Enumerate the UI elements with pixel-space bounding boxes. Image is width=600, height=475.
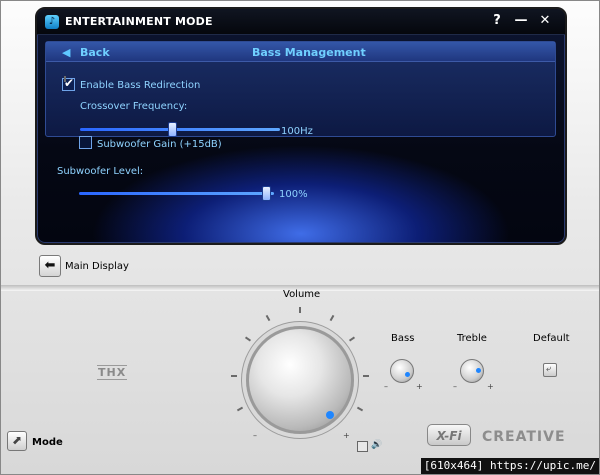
- volume-tick: [356, 406, 364, 412]
- default-label: Default: [533, 333, 570, 344]
- check-icon: ✔: [64, 76, 75, 90]
- treble-label: Treble: [457, 333, 487, 344]
- arrow-left-icon: ⬅: [44, 258, 56, 273]
- enable-bass-redirection-label: Enable Bass Redirection: [80, 80, 201, 91]
- panel-title: Bass Management: [252, 46, 366, 59]
- treble-minus: –: [453, 382, 457, 391]
- back-button[interactable]: Back: [80, 46, 110, 59]
- crossover-frequency-label: Crossover Frequency:: [80, 101, 188, 112]
- bass-minus: –: [384, 382, 388, 391]
- panel-header: ◀ Back Bass Management: [46, 42, 555, 62]
- volume-label: Volume: [283, 289, 321, 300]
- enable-bass-redirection-checkbox[interactable]: ✔: [62, 76, 75, 91]
- treble-knob[interactable]: [460, 359, 484, 383]
- display-screen: ♪ ENTERTAINMENT MODE ? — ✕ ◀ Back Bass M…: [35, 7, 567, 245]
- main-display-label: Main Display: [65, 261, 129, 272]
- subwoofer-level-slider[interactable]: [79, 192, 274, 195]
- subwoofer-gain-checkbox[interactable]: [79, 136, 92, 149]
- bass-management-panel: ◀ Back Bass Management ✔ Enable Bass Red…: [45, 41, 556, 137]
- volume-tick: [348, 336, 356, 342]
- subwoofer-gain-label: Subwoofer Gain (+15dB): [97, 139, 222, 150]
- treble-plus: +: [487, 382, 494, 391]
- thx-logo: THX: [97, 365, 128, 380]
- volume-tick: [299, 307, 301, 313]
- close-button[interactable]: ✕: [537, 13, 553, 28]
- mode-label: Mode: [32, 437, 63, 448]
- treble-indicator-dot: [476, 368, 481, 373]
- help-button[interactable]: ?: [489, 13, 505, 28]
- window-title: ENTERTAINMENT MODE: [65, 15, 213, 28]
- bass-knob[interactable]: [390, 359, 414, 383]
- mute-checkbox[interactable]: [357, 441, 368, 452]
- back-arrow-icon[interactable]: ◀: [62, 46, 70, 59]
- mode-button[interactable]: ⬈: [7, 431, 27, 451]
- subwoofer-level-thumb[interactable]: [262, 186, 271, 201]
- mode-icon: ⬈: [12, 433, 23, 447]
- volume-tick: [363, 375, 369, 377]
- volume-tick: [265, 314, 271, 322]
- subwoofer-level-value: 100%: [279, 189, 308, 200]
- entertainment-mode-window: ♪ ENTERTAINMENT MODE ? — ✕ ◀ Back Bass M…: [0, 0, 600, 475]
- crossover-frequency-value: 100Hz: [281, 126, 313, 137]
- creative-logo: CREATIVE: [482, 429, 566, 445]
- app-note-icon: ♪: [45, 15, 59, 29]
- minimize-button[interactable]: —: [513, 13, 529, 28]
- default-button[interactable]: ⤶: [543, 363, 557, 377]
- volume-tick: [329, 314, 335, 322]
- volume-indicator-dot: [326, 411, 334, 419]
- volume-tick: [244, 336, 252, 342]
- title-bar: ♪ ENTERTAINMENT MODE ? — ✕: [37, 9, 565, 35]
- xfi-logo: X-Fi: [427, 424, 471, 446]
- volume-tick: [231, 375, 237, 377]
- subwoofer-level-label: Subwoofer Level:: [57, 166, 144, 177]
- crossover-frequency-thumb[interactable]: [168, 122, 177, 137]
- reset-icon: ⤶: [546, 364, 552, 374]
- volume-minus: –: [253, 431, 257, 440]
- bass-plus: +: [416, 382, 423, 391]
- volume-knob[interactable]: [246, 326, 354, 434]
- speaker-icon: 🔊: [371, 440, 383, 450]
- volume-tick: [236, 406, 244, 412]
- volume-plus: +: [343, 431, 350, 440]
- watermark: [610x464] https://upic.me/: [420, 458, 599, 474]
- bass-indicator-dot: [405, 372, 410, 377]
- bass-label: Bass: [391, 333, 415, 344]
- crossover-frequency-slider[interactable]: [80, 128, 280, 131]
- main-display-button[interactable]: ⬅: [39, 255, 61, 277]
